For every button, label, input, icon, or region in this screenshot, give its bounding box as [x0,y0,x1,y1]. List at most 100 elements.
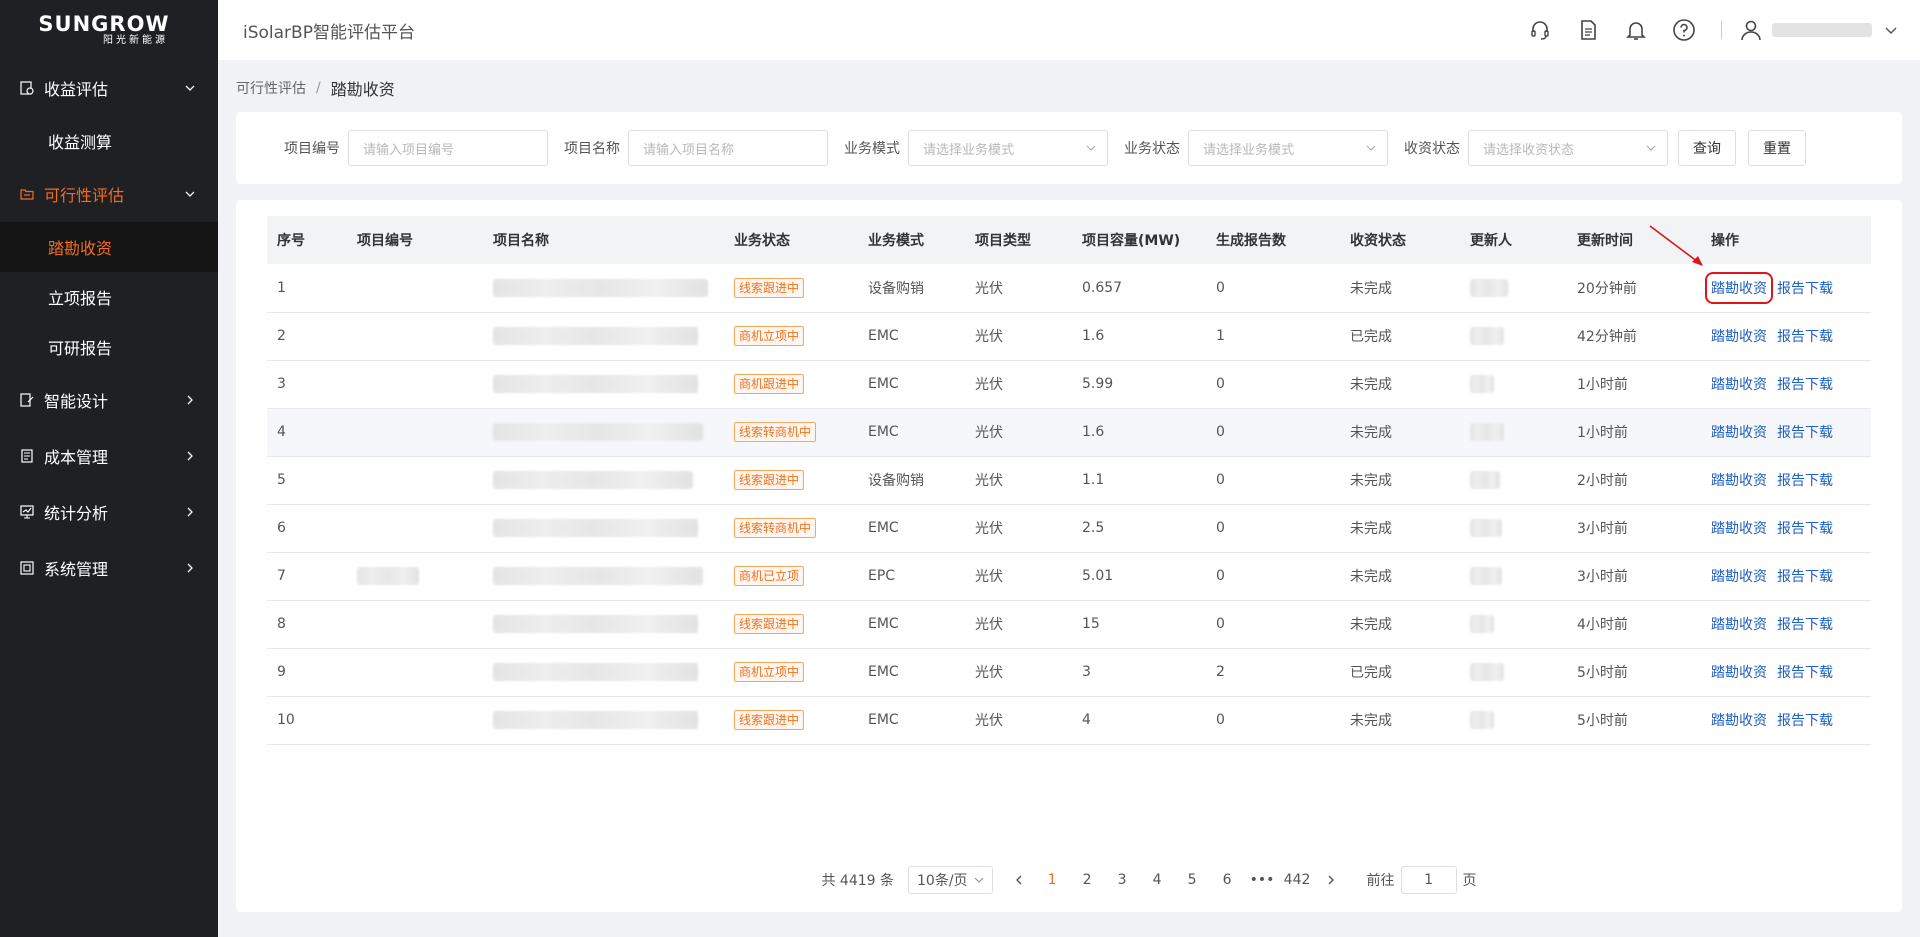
sidebar-item-revenue-calc[interactable]: 收益测算 [0,116,218,166]
report-download-link[interactable]: 报告下载 [1777,470,1833,490]
cell-project-no [347,360,483,409]
updater-redacted [1470,615,1494,633]
query-button[interactable]: 查询 [1678,130,1736,166]
sidebar-item-label: 踏勘收资 [48,239,113,258]
survey-link[interactable]: 踏勘收资 [1711,710,1767,730]
goto-page-input[interactable]: 1 [1400,866,1457,894]
page-number[interactable]: 442 [1280,872,1315,888]
cell-update-time: 5小时前 [1567,696,1701,745]
chevron-right-icon [187,451,193,461]
survey-link[interactable]: 踏勘收资 [1711,518,1767,538]
survey-link[interactable]: 踏勘收资 [1711,326,1767,346]
cell-actions: 踏勘收资 报告下载 [1701,408,1871,457]
breadcrumb-parent[interactable]: 可行性评估 [236,78,306,98]
survey-link[interactable]: 踏勘收资 [1711,614,1767,634]
prev-page-icon[interactable] [1013,874,1025,886]
cell-project-no [347,456,483,505]
revenue-icon [20,81,34,95]
bell-icon[interactable] [1623,17,1649,43]
design-icon [20,393,34,407]
biz-status-select[interactable]: 请选择业务模式 [1188,130,1388,166]
page-number[interactable]: 2 [1070,872,1105,888]
sidebar-group-feasibility[interactable]: 可行性评估 [0,166,218,222]
cell-actions: 踏勘收资 报告下载 [1701,360,1871,409]
page-number[interactable]: ••• [1245,872,1280,888]
cell-report-count: 0 [1206,408,1340,457]
survey-link[interactable]: 踏勘收资 [1711,422,1767,442]
user-icon[interactable] [1738,17,1764,43]
page-size-select[interactable]: 10条/页 [908,866,993,894]
goto-page-value: 1 [1424,872,1433,888]
sidebar-group-stats[interactable]: 统计分析 [0,484,218,540]
cell-project-name [483,456,724,505]
page-number[interactable]: 6 [1210,872,1245,888]
cell-report-count: 0 [1206,600,1340,649]
cost-icon [20,449,34,463]
status-badge: 商机立项中 [734,326,805,346]
sidebar-item-feasibility-report[interactable]: 可研报告 [0,322,218,372]
next-page-icon[interactable] [1325,874,1337,886]
report-download-link[interactable]: 报告下载 [1777,278,1833,298]
page-size-value: 10条/页 [917,873,968,889]
report-download-link[interactable]: 报告下载 [1777,374,1833,394]
collect-status-label: 收资状态 [1404,141,1460,157]
status-badge: 线索跟进中 [734,277,805,298]
survey-link[interactable]: 踏勘收资 [1705,271,1773,304]
col-header: 项目类型 [965,216,1072,264]
col-header: 更新人 [1460,216,1567,264]
report-download-link[interactable]: 报告下载 [1777,566,1833,586]
cell-capacity: 2.5 [1072,504,1206,553]
report-download-link[interactable]: 报告下载 [1777,518,1833,538]
user-name-redacted[interactable] [1772,23,1872,37]
cell-mode: EMC [858,504,965,553]
header-divider [1721,21,1722,39]
project-no-input[interactable]: 请输入项目编号 [348,130,548,166]
page-number[interactable]: 3 [1105,872,1140,888]
table-row: 2 商机立项中 EMC 光伏 1.6 1 已完成 42分钟前 踏勘收资 报告下载 [267,312,1871,361]
collect-status-select[interactable]: 请选择收资状态 [1468,130,1668,166]
report-download-link[interactable]: 报告下载 [1777,710,1833,730]
biz-status-label: 业务状态 [1124,141,1180,157]
report-download-link[interactable]: 报告下载 [1777,614,1833,634]
survey-link[interactable]: 踏勘收资 [1711,470,1767,490]
sidebar-group-system[interactable]: 系统管理 [0,540,218,596]
report-download-link[interactable]: 报告下载 [1777,662,1833,682]
report-download-link[interactable]: 报告下载 [1777,326,1833,346]
cell-collect-status: 已完成 [1340,312,1460,361]
headset-icon[interactable] [1527,17,1553,43]
cell-updater [1460,648,1567,697]
project-name-redacted [493,519,698,537]
report-download-link[interactable]: 报告下载 [1777,422,1833,442]
cell-project-name [483,264,724,313]
cell-mode: EMC [858,648,965,697]
document-icon[interactable] [1575,17,1601,43]
reset-button[interactable]: 重置 [1748,130,1806,166]
chevron-down-icon [974,877,983,883]
cell-mode: EMC [858,360,965,409]
survey-link[interactable]: 踏勘收资 [1711,662,1767,682]
cell-capacity: 1.1 [1072,456,1206,505]
chevron-down-icon [1086,145,1096,151]
survey-link[interactable]: 踏勘收资 [1711,566,1767,586]
sidebar-group-cost[interactable]: 成本管理 [0,428,218,484]
biz-mode-select[interactable]: 请选择业务模式 [908,130,1108,166]
sidebar-item-project-report[interactable]: 立项报告 [0,272,218,322]
cell-update-time: 3小时前 [1567,552,1701,601]
cell-updater [1460,504,1567,553]
goto-label: 前往 [1366,873,1395,889]
cell-no: 2 [267,312,347,361]
cell-report-count: 2 [1206,648,1340,697]
chevron-down-icon[interactable] [1884,23,1898,37]
page-number[interactable]: 5 [1175,872,1210,888]
project-name-input[interactable]: 请输入项目名称 [628,130,828,166]
sidebar-item-survey[interactable]: 踏勘收资 [0,222,218,272]
sidebar-group-label: 智能设计 [44,392,109,411]
page-number[interactable]: 4 [1140,872,1175,888]
page-number[interactable]: 1 [1035,872,1070,888]
sidebar-group-revenue[interactable]: 收益评估 [0,60,218,116]
survey-link[interactable]: 踏勘收资 [1711,374,1767,394]
sidebar-item-label: 收益测算 [48,133,113,152]
cell-actions: 踏勘收资 报告下载 [1701,264,1871,313]
sidebar-group-design[interactable]: 智能设计 [0,372,218,428]
help-icon[interactable] [1671,17,1697,43]
